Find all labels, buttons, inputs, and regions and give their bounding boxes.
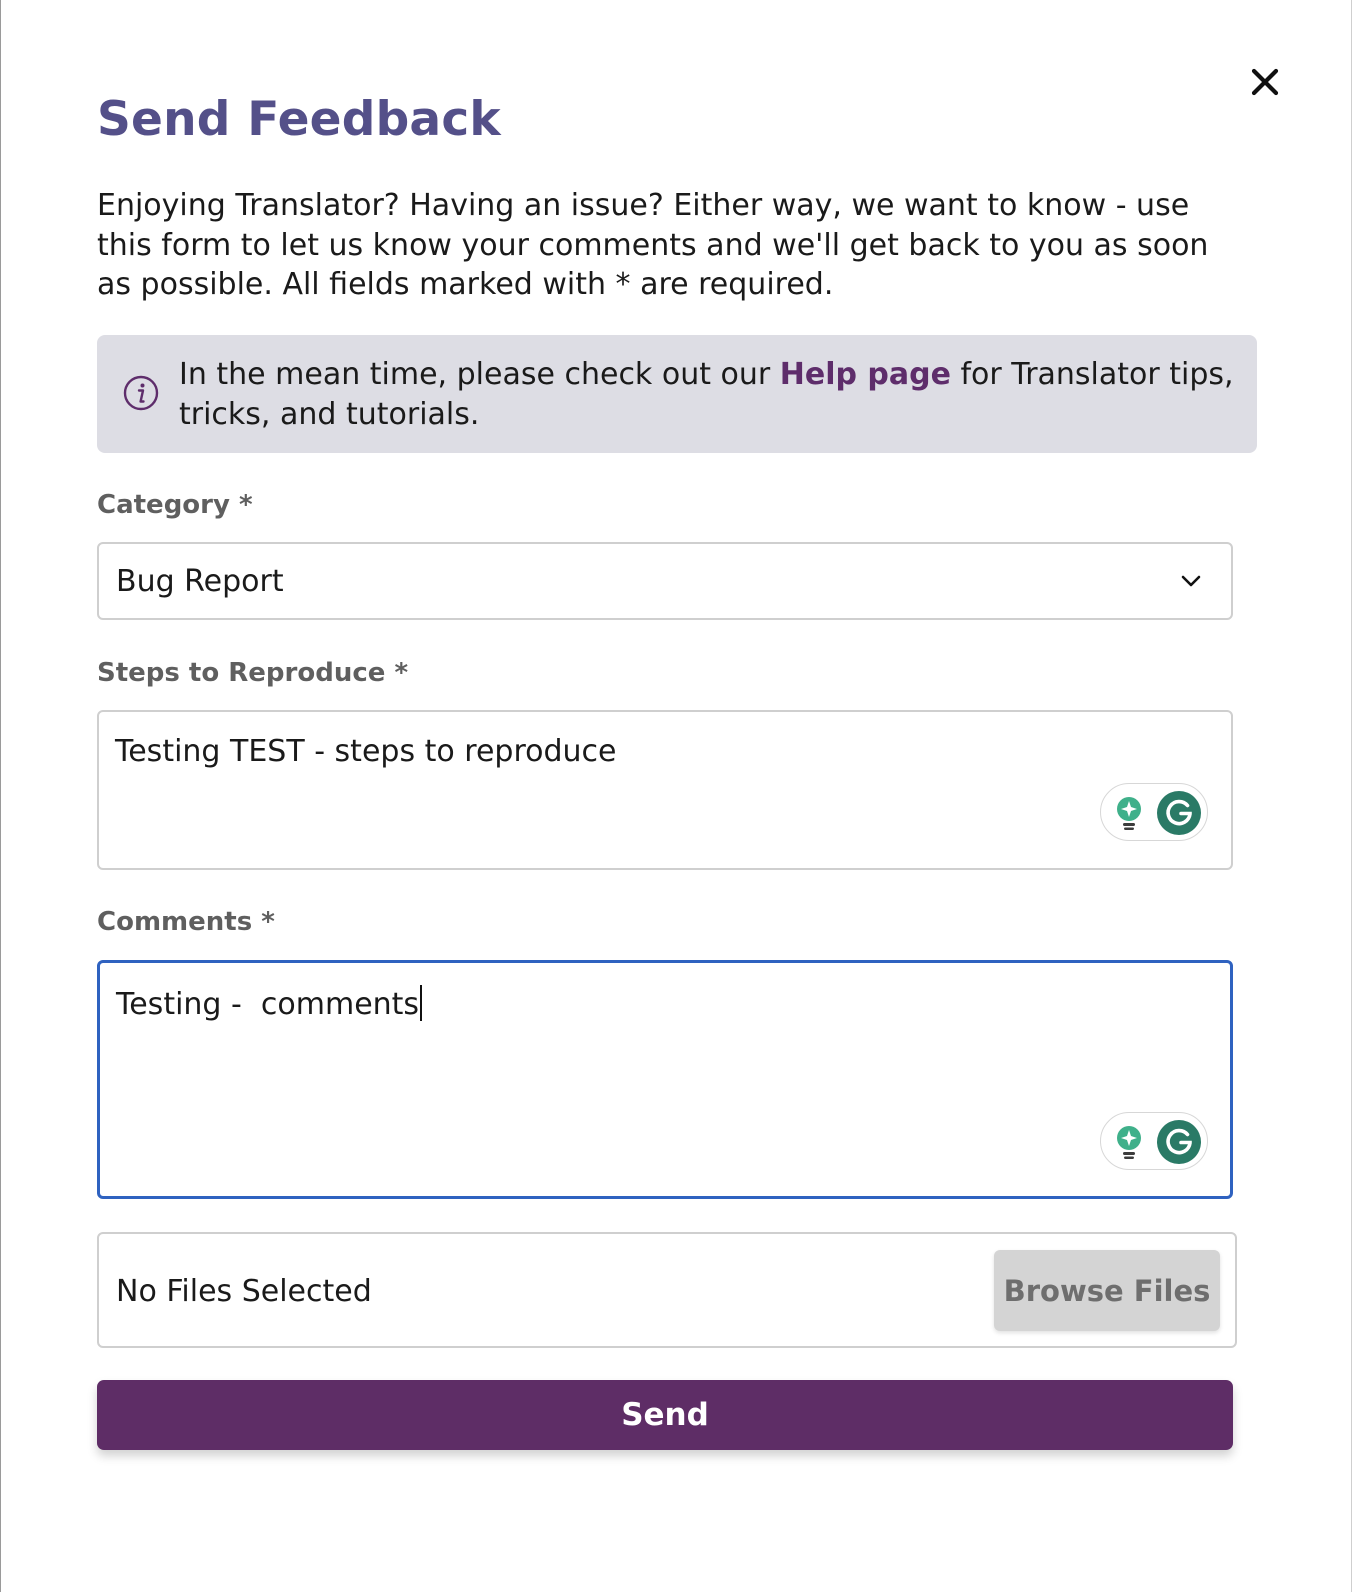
close-icon: [1251, 68, 1279, 96]
intro-text: Enjoying Translator? Having an issue? Ei…: [97, 188, 1209, 302]
info-callout: In the mean time, please check out our H…: [97, 335, 1257, 453]
info-text-before: In the mean time, please check out our: [179, 357, 780, 392]
help-page-link[interactable]: Help page: [780, 357, 951, 392]
lightbulb-icon[interactable]: [1113, 1124, 1145, 1160]
comments-text: Testing - comments: [116, 985, 423, 1022]
steps-text: Testing TEST - steps to reproduce: [115, 734, 617, 769]
category-label: Category *: [97, 490, 253, 520]
file-status-text: No Files Selected: [116, 1274, 372, 1309]
steps-label: Steps to Reproduce *: [97, 658, 409, 688]
category-select[interactable]: Bug Report: [97, 542, 1233, 620]
grammarly-icon[interactable]: [1157, 791, 1201, 835]
send-button[interactable]: Send: [97, 1380, 1233, 1450]
chevron-down-icon: [1181, 575, 1201, 587]
grammarly-widget: [1100, 1112, 1208, 1170]
info-icon: [123, 375, 159, 411]
grammarly-widget: [1100, 783, 1208, 841]
feedback-dialog: Send Feedback Enjoying Translator? Havin…: [0, 0, 1352, 1592]
grammarly-icon[interactable]: [1157, 1120, 1201, 1164]
steps-textarea[interactable]: Testing TEST - steps to reproduce: [97, 710, 1233, 870]
category-selected-value: Bug Report: [116, 564, 284, 599]
lightbulb-icon[interactable]: [1113, 795, 1145, 831]
browse-files-button[interactable]: Browse Files: [994, 1250, 1220, 1331]
info-text: In the mean time, please check out our H…: [179, 355, 1239, 434]
file-upload-field: No Files Selected Browse Files: [97, 1232, 1237, 1348]
close-button[interactable]: [1245, 62, 1285, 102]
comments-label: Comments *: [97, 907, 275, 937]
dialog-title: Send Feedback: [97, 92, 501, 147]
comments-textarea[interactable]: Testing - comments: [97, 960, 1233, 1199]
text-cursor: [420, 985, 423, 1021]
